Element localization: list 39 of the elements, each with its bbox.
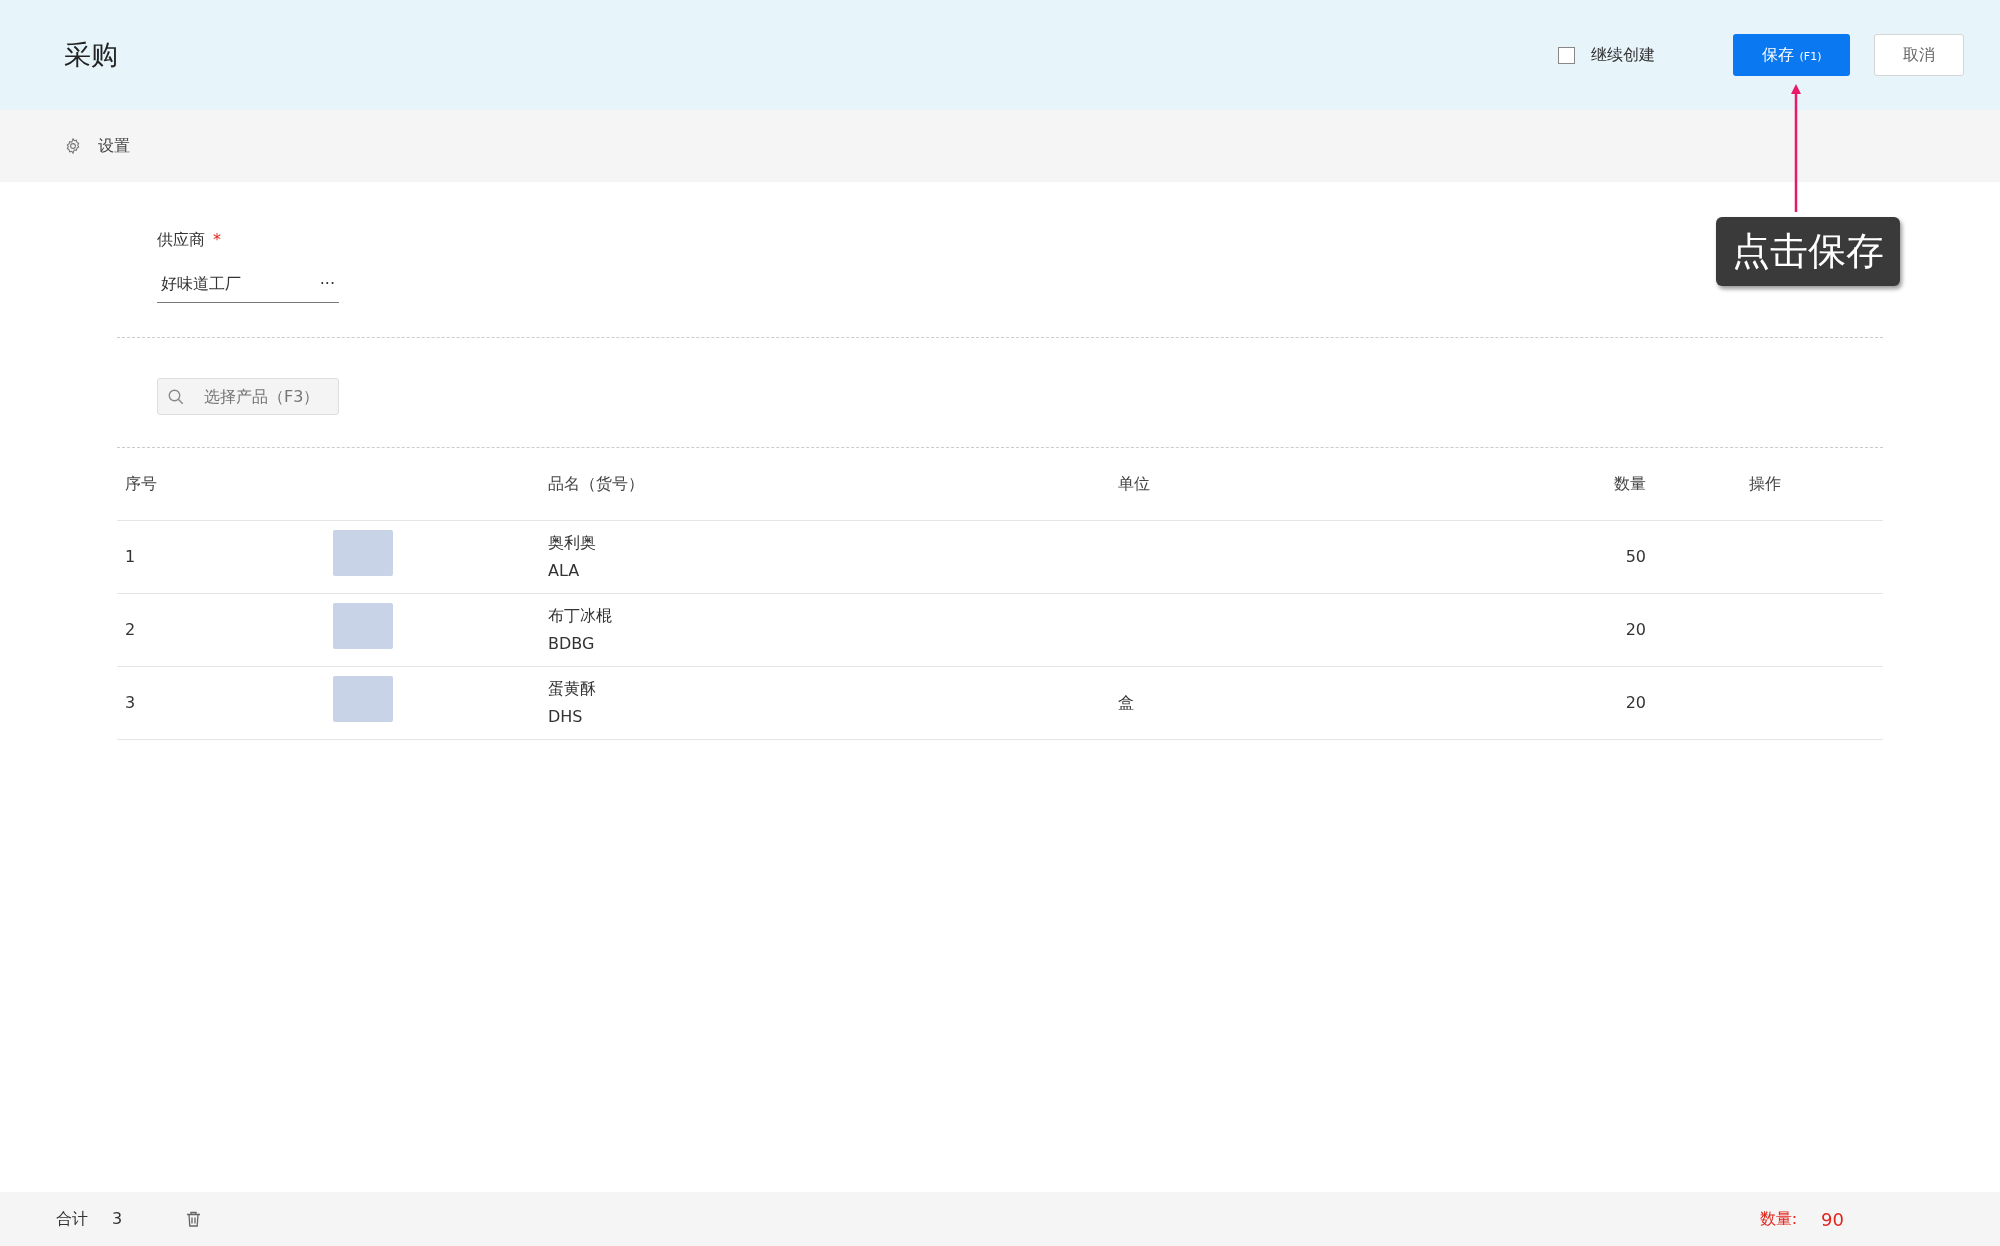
settings-icon[interactable] (64, 137, 82, 155)
product-code: BDBG (548, 632, 596, 655)
callout-tooltip: 点击保存 (1716, 217, 1900, 286)
product-name: 蛋黄酥 (548, 677, 597, 700)
column-header: 操作 (1749, 473, 1781, 493)
product-code: DHS (548, 705, 584, 728)
page-title: 采购 (64, 37, 118, 72)
search-icon (167, 388, 185, 406)
row-number: 3 (125, 692, 136, 712)
field-label: 供应商 (157, 229, 205, 251)
settings-link[interactable]: 设置 (98, 134, 130, 158)
quantity-cell: 20 (1625, 692, 1646, 712)
checkbox[interactable] (1558, 46, 1575, 64)
unit-cell: 盒 (1118, 692, 1134, 712)
product-name: 奥利奥 (548, 531, 597, 554)
product-search-field[interactable]: 选择产品（F3） (157, 378, 339, 415)
column-header: 数量 (1614, 473, 1646, 493)
total-count: 3 (112, 1208, 123, 1230)
checkbox-label[interactable]: 继续创建 (1591, 43, 1655, 67)
cancel-button[interactable]: 取消 (1874, 34, 1964, 76)
product-photo-placeholder (333, 676, 393, 722)
column-header: 序号 (125, 473, 157, 493)
supplier-field[interactable]: 好味道工厂 ··· (157, 266, 339, 303)
product-photo-placeholder (333, 603, 393, 649)
required-mark: * (213, 229, 221, 251)
quantity-label: 数量: (1759, 1208, 1798, 1230)
column-header: 品名（货号） (548, 473, 644, 493)
save-button[interactable]: 保存 (F1) (1733, 34, 1850, 76)
row-number: 2 (125, 619, 136, 639)
quantity-total: 90 (1821, 1207, 1844, 1232)
product-name: 布丁冰棍 (548, 604, 613, 627)
quantity-cell: 20 (1625, 619, 1646, 639)
column-header: 单位 (1118, 473, 1150, 493)
product-code: ALA (548, 559, 581, 582)
trash-icon[interactable] (186, 1211, 202, 1227)
total-label: 合计 (56, 1208, 88, 1230)
row-number: 1 (125, 546, 136, 566)
product-photo-placeholder (333, 530, 393, 576)
quantity-cell: 50 (1625, 546, 1646, 566)
